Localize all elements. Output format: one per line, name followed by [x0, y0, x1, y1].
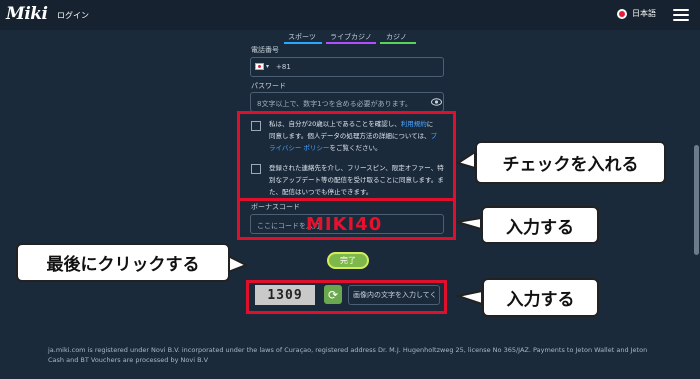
callout-input-bonus: 入力する [481, 206, 599, 244]
footer-line-2: Cash and BT Vouchers are processed by No… [48, 356, 209, 364]
footer-legal-text: ja.miki.com is registered under Novi B.V… [48, 345, 668, 365]
footer-line-1: ja.miki.com is registered under Novi B.V… [48, 346, 648, 354]
callout-check: チェックを入れる [475, 141, 666, 184]
scrollbar-thumb[interactable] [694, 145, 699, 255]
callout-input-captcha: 入力する [482, 278, 599, 317]
callout-pointers [227, 150, 483, 306]
callout-click-last: 最後にクリックする [16, 243, 230, 282]
